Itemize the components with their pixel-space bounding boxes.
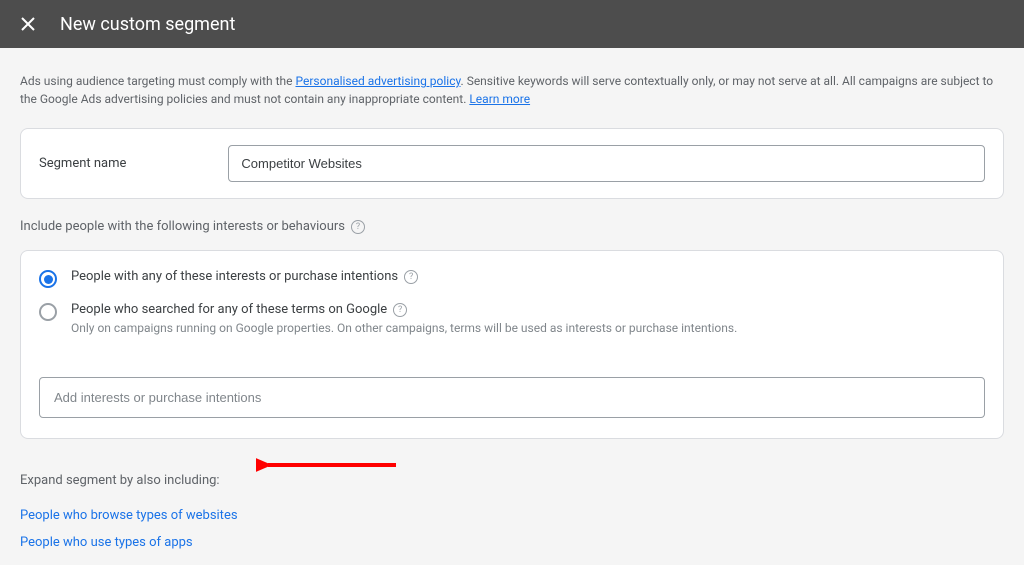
policy-notice: Ads using audience targeting must comply… [20, 72, 1004, 108]
dialog-title: New custom segment [60, 14, 235, 35]
dialog-content: Ads using audience targeting must comply… [0, 48, 1024, 550]
help-icon[interactable]: ? [404, 270, 418, 284]
radio-option-search[interactable]: People who searched for any of these ter… [39, 302, 985, 335]
include-section-label: Include people with the following intere… [20, 219, 1004, 234]
radio-search[interactable] [39, 303, 57, 321]
expand-label: Expand segment by also including: [20, 473, 1004, 488]
segment-name-label: Segment name [39, 156, 126, 171]
radio-search-text: People who searched for any of these ter… [71, 302, 387, 317]
policy-link[interactable]: Personalised advertising policy [295, 74, 460, 88]
learn-more-link[interactable]: Learn more [469, 92, 530, 106]
radio-search-sublabel: Only on campaigns running on Google prop… [71, 321, 737, 335]
dialog-header: New custom segment [0, 0, 1024, 48]
policy-text-1: Ads using audience targeting must comply… [20, 74, 295, 88]
include-label-text: Include people with the following intere… [20, 219, 345, 234]
expand-section: Expand segment by also including: People… [20, 473, 1004, 550]
help-icon[interactable]: ? [351, 220, 365, 234]
expand-link-apps[interactable]: People who use types of apps [20, 535, 1004, 550]
expand-link-websites[interactable]: People who browse types of websites [20, 508, 1004, 523]
help-icon[interactable]: ? [393, 303, 407, 317]
interests-input[interactable] [39, 377, 985, 418]
close-icon[interactable] [16, 12, 40, 36]
targeting-card: People with any of these interests or pu… [20, 250, 1004, 439]
radio-search-label: People who searched for any of these ter… [71, 302, 737, 317]
radio-interests[interactable] [39, 270, 57, 288]
radio-interests-text: People with any of these interests or pu… [71, 269, 398, 284]
radio-interests-label: People with any of these interests or pu… [71, 269, 418, 284]
segment-name-input[interactable] [228, 145, 985, 182]
segment-name-card: Segment name [20, 128, 1004, 199]
radio-option-interests[interactable]: People with any of these interests or pu… [39, 269, 985, 288]
